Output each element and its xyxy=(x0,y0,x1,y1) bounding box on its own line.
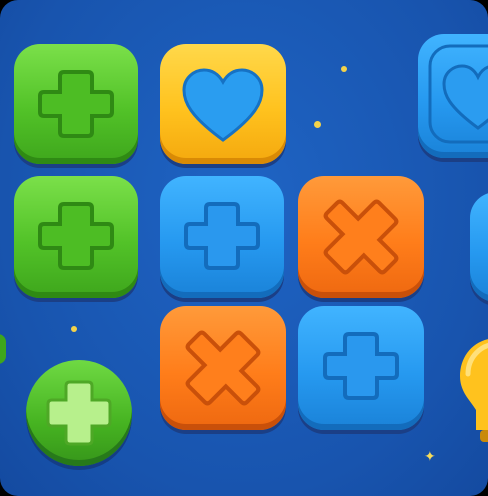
tile-orange-x-r3c2[interactable] xyxy=(160,306,286,430)
tile-blue-heart-r1c4[interactable] xyxy=(418,34,488,158)
heart-icon xyxy=(182,68,264,142)
tile-blue-plus-r2c2[interactable] xyxy=(160,176,284,298)
tile-yellow-heart-r1c2[interactable] xyxy=(160,44,286,164)
heart-icon xyxy=(428,44,488,144)
x-icon xyxy=(185,330,261,406)
star-dot xyxy=(314,121,321,128)
plus-icon xyxy=(38,202,114,270)
plus-icon xyxy=(323,332,399,400)
game-board: ✦ xyxy=(0,0,488,496)
plus-icon xyxy=(38,70,114,138)
star-dot xyxy=(341,66,347,72)
lightbulb-icon[interactable] xyxy=(458,334,488,444)
sparkle-icon: ✦ xyxy=(424,449,436,465)
tile-green-plus-r2c1[interactable] xyxy=(14,176,138,298)
tile-blue-partial-r2c4[interactable] xyxy=(470,192,488,302)
plus-icon xyxy=(184,202,260,270)
tile-blue-plus-r3c3[interactable] xyxy=(298,306,424,430)
x-icon xyxy=(323,199,399,275)
button-green-plus-round[interactable] xyxy=(26,360,132,466)
plus-icon xyxy=(46,380,112,446)
partial-tile-edge xyxy=(0,334,6,364)
tile-orange-x-r2c3[interactable] xyxy=(298,176,424,298)
star-dot xyxy=(71,326,77,332)
tile-green-plus-r1c1[interactable] xyxy=(14,44,138,164)
